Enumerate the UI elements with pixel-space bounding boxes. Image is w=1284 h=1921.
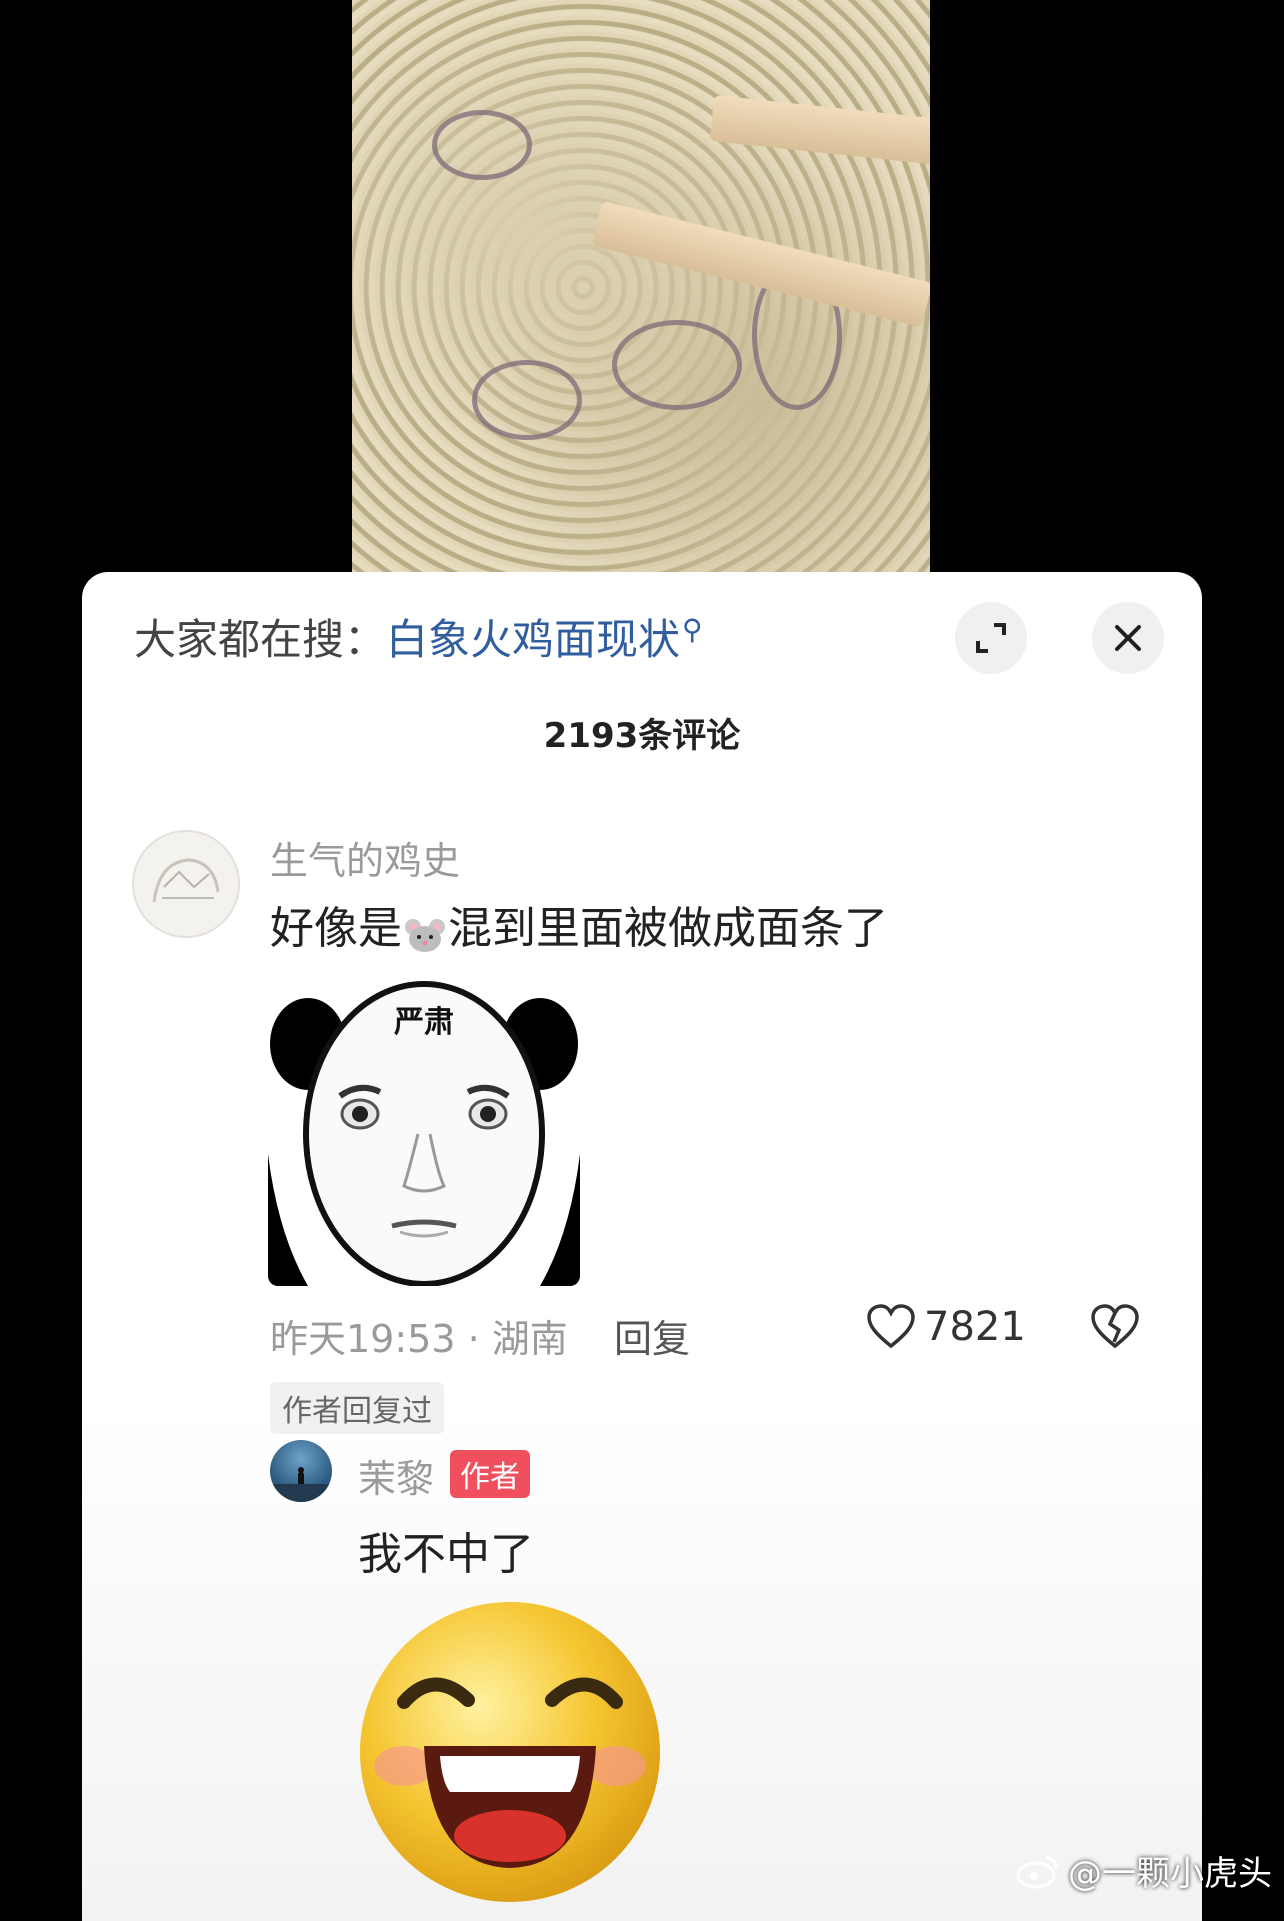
search-icon: ⚲: [682, 613, 703, 646]
meta-separator: ·: [455, 1317, 492, 1361]
author-badge: 作者: [450, 1450, 530, 1498]
comment-text-before: 好像是: [270, 903, 402, 954]
weibo-icon: [1016, 1855, 1058, 1888]
panda-sticker[interactable]: 严肃: [268, 974, 580, 1286]
avatar[interactable]: [132, 830, 240, 938]
watermark-text: @一颗小虎头: [1068, 1854, 1272, 1894]
broken-heart-icon: [1091, 1304, 1139, 1349]
trending-search-prefix: 大家都在搜：: [134, 615, 387, 664]
comment-location: 湖南: [491, 1317, 568, 1361]
expand-icon: [976, 623, 1006, 653]
reply-username[interactable]: 茉黎: [358, 1448, 434, 1503]
trending-search[interactable]: 大家都在搜：白象火鸡面现状⚲: [134, 606, 703, 667]
comment-username[interactable]: 生气的鸡史: [270, 830, 460, 885]
reply-avatar[interactable]: [270, 1440, 332, 1502]
comment-time: 昨天19:53: [270, 1317, 456, 1361]
mouse-emoji-icon: [402, 913, 448, 952]
watermark: @一颗小虎头: [1016, 1846, 1272, 1895]
like-button[interactable]: 7821: [866, 1304, 1026, 1350]
video-frame[interactable]: [352, 0, 930, 575]
comment-count: 2193条评论: [543, 716, 741, 756]
reply-button[interactable]: 回复: [614, 1308, 690, 1363]
chopstick: [709, 95, 930, 165]
trending-search-query[interactable]: 白象火鸡面现状: [386, 615, 680, 664]
expand-button[interactable]: [955, 602, 1027, 674]
reply-text: 我不中了: [358, 1529, 534, 1580]
laughing-emoji-sticker[interactable]: [354, 1596, 666, 1908]
heart-icon: [867, 1304, 915, 1349]
close-icon: [1115, 625, 1141, 651]
sticker-caption: 严肃: [394, 1005, 454, 1040]
comment-text: 好像是 混到里面被做成面条了: [270, 892, 888, 956]
close-button[interactable]: [1092, 602, 1164, 674]
author-replied-tag[interactable]: 作者回复过: [270, 1382, 444, 1434]
like-count: 7821: [924, 1304, 1026, 1350]
comment-panel: 大家都在搜：白象火鸡面现状⚲ 2193条评论 生气的鸡史 好像是 混到里面被做成面…: [82, 572, 1202, 1921]
dislike-button[interactable]: [1090, 1304, 1140, 1354]
comment-text-after: 混到里面被做成面条了: [448, 903, 888, 954]
comment-meta: 昨天19:53 · 湖南: [270, 1308, 568, 1363]
